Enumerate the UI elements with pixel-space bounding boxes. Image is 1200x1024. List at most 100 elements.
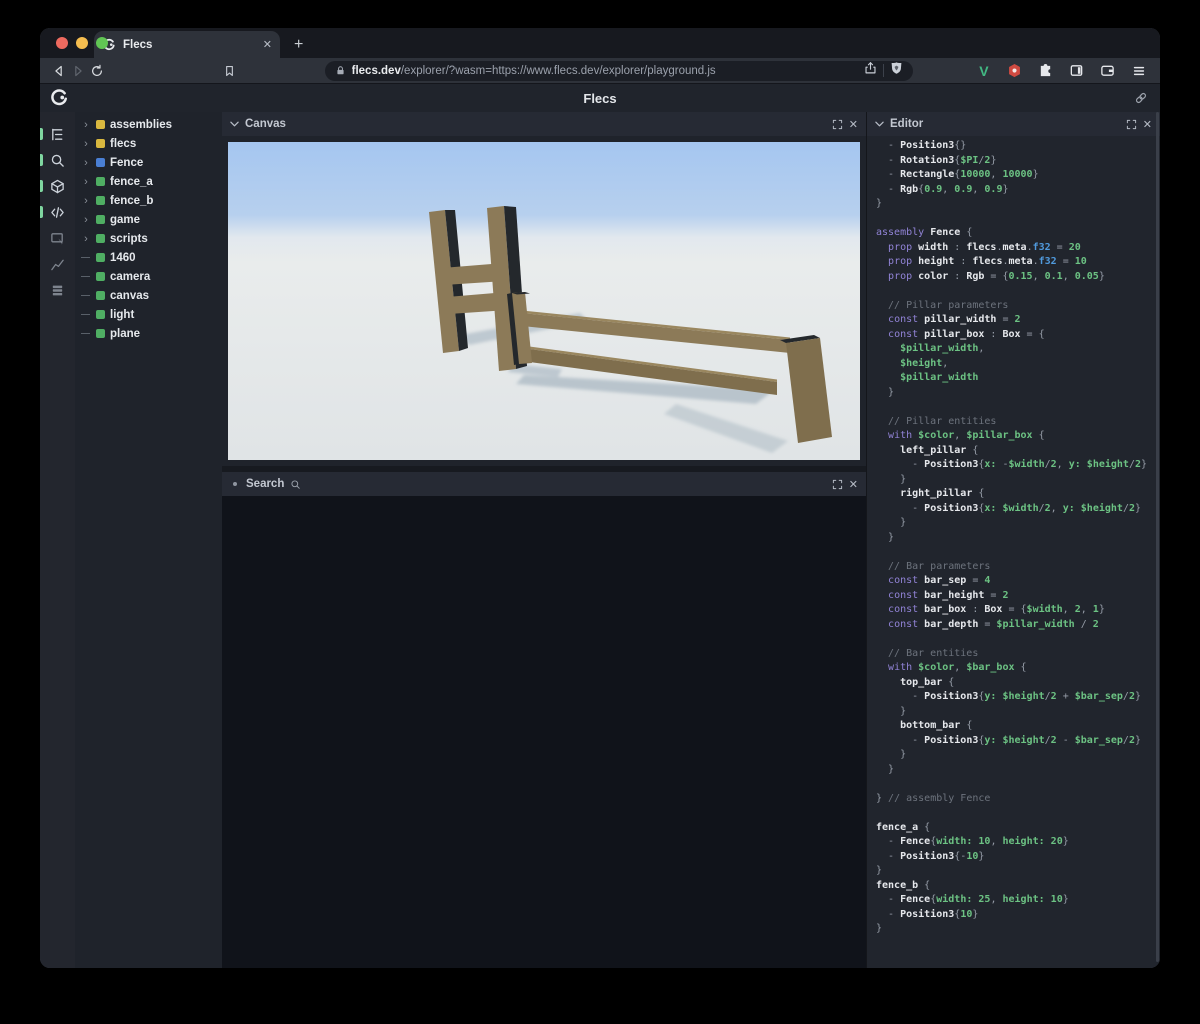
leaf-dash-icon xyxy=(81,333,91,334)
close-icon[interactable]: ✕ xyxy=(849,118,858,131)
code-line: - Position3{y: $height/2 - $bar_sep/2} xyxy=(876,734,1142,746)
search-icon xyxy=(291,479,301,489)
back-button[interactable] xyxy=(50,64,69,78)
tree-item-camera[interactable]: camera xyxy=(75,267,222,286)
extension-hex-icon[interactable] xyxy=(1004,63,1026,78)
entity-icon xyxy=(96,253,105,262)
leaf-dash-icon xyxy=(81,295,91,296)
code-editor[interactable]: - Position3{} - Rotation3{$PI/2} - Recta… xyxy=(867,136,1160,968)
code-line: with $color, $pillar_box { xyxy=(888,430,1045,441)
entity-icon xyxy=(96,120,105,129)
lock-icon xyxy=(337,66,344,75)
code-line: bottom_bar { xyxy=(900,720,973,731)
sidebar-cube-icon[interactable] xyxy=(40,173,75,199)
menu-icon[interactable] xyxy=(1128,64,1150,78)
new-tab-button[interactable]: + xyxy=(294,36,303,54)
minimize-window-button[interactable] xyxy=(76,37,88,49)
tree-item-canvas[interactable]: canvas xyxy=(75,286,222,305)
sidebar-code-icon[interactable] xyxy=(40,199,75,225)
browser-toolbar: flecs.dev/explorer/?wasm=https://www.fle… xyxy=(40,58,1160,84)
brave-shield-icon[interactable] xyxy=(890,61,903,80)
code-line: const bar_sep = 4 xyxy=(888,575,991,586)
code-line: fence_a { xyxy=(876,821,931,833)
expand-icon[interactable]: › xyxy=(81,119,91,130)
code-line: } xyxy=(876,198,883,209)
expand-icon[interactable]: › xyxy=(81,195,91,206)
tree-item-fence_a[interactable]: › fence_a xyxy=(75,172,222,191)
fullscreen-icon[interactable] xyxy=(832,479,843,490)
collapse-dot-icon[interactable] xyxy=(233,482,237,486)
close-window-button[interactable] xyxy=(56,37,68,49)
tree-item-Fence[interactable]: › Fence xyxy=(75,153,222,172)
leaf-dash-icon xyxy=(81,257,91,258)
code-line: - Fence{width: 10, height: 20} xyxy=(876,836,1069,847)
tree-item-assemblies[interactable]: › assemblies xyxy=(75,115,222,134)
search-results-area[interactable] xyxy=(222,496,866,968)
entity-icon xyxy=(96,310,105,319)
reload-button[interactable] xyxy=(87,64,106,78)
url-bar[interactable]: flecs.dev/explorer/?wasm=https://www.fle… xyxy=(324,60,913,81)
browser-window: Flecs ✕ + flecs.dev/explorer/?wasm=https… xyxy=(40,28,1160,968)
tree-item-plane[interactable]: plane xyxy=(75,324,222,343)
expand-icon[interactable]: › xyxy=(81,233,91,244)
tree-item-1460[interactable]: 1460 xyxy=(75,248,222,267)
tree-item-flecs[interactable]: › flecs xyxy=(75,134,222,153)
canvas-panel-header: Canvas ✕ xyxy=(222,112,866,136)
link-icon[interactable] xyxy=(1134,91,1148,105)
forward-button[interactable] xyxy=(69,64,88,78)
fence-3d-scene xyxy=(228,142,860,460)
tree-item-label: assemblies xyxy=(110,118,173,131)
desktop: Flecs ✕ + flecs.dev/explorer/?wasm=https… xyxy=(0,0,1200,1024)
tree-item-scripts[interactable]: › scripts xyxy=(75,229,222,248)
tree-item-fence_b[interactable]: › fence_b xyxy=(75,191,222,210)
sidebar-inspector-icon[interactable] xyxy=(40,225,75,251)
tree-item-game[interactable]: › game xyxy=(75,210,222,229)
expand-icon[interactable]: › xyxy=(81,157,91,168)
code-line: - Position3{y: $height/2 + $bar_sep/2} xyxy=(876,691,1142,702)
expand-icon[interactable]: › xyxy=(81,176,91,187)
main-area: › assemblies › flecs › Fence › fence_a › fence_b ›… xyxy=(40,112,1160,968)
sidebar-chart-icon[interactable] xyxy=(40,251,75,277)
sidebar-rows-icon[interactable] xyxy=(40,277,75,303)
code-line: // Pillar parameters xyxy=(876,299,1009,311)
expand-icon[interactable]: › xyxy=(81,138,91,149)
code-line: $height, xyxy=(900,357,949,369)
tab-strip: Flecs ✕ + xyxy=(40,28,1160,58)
code-line: $pillar_width, xyxy=(900,343,985,354)
code-line: - Position3{x: -$width/2, y: $height/2} xyxy=(876,459,1148,470)
expand-icon[interactable]: › xyxy=(81,214,91,225)
fullscreen-icon[interactable] xyxy=(832,119,843,130)
zoom-window-button[interactable] xyxy=(96,37,108,49)
tree-item-label: plane xyxy=(110,327,141,340)
tree-item-label: Fence xyxy=(110,156,144,169)
code-line: } xyxy=(876,749,907,760)
entity-icon xyxy=(96,139,105,148)
close-icon[interactable]: ✕ xyxy=(849,478,858,491)
chevron-down-icon[interactable] xyxy=(875,121,884,127)
entity-icon xyxy=(96,177,105,186)
chevron-down-icon[interactable] xyxy=(230,121,239,127)
wallet-icon[interactable] xyxy=(1097,63,1119,78)
sidebar-panel-icon[interactable] xyxy=(1066,63,1088,78)
code-line: const bar_box : Box = {$width, 2, 1} xyxy=(888,604,1105,615)
tree-item-label: camera xyxy=(110,270,151,283)
entity-icon xyxy=(96,196,105,205)
entity-icon xyxy=(96,272,105,281)
extensions-puzzle-icon[interactable] xyxy=(1035,63,1057,78)
code-line: } xyxy=(876,763,895,775)
sidebar-search-icon[interactable] xyxy=(40,147,75,173)
tab-close-icon[interactable]: ✕ xyxy=(263,38,272,51)
sidebar-tree-icon[interactable] xyxy=(40,121,75,147)
vue-devtools-icon[interactable]: V xyxy=(973,63,995,79)
tree-item-light[interactable]: light xyxy=(75,305,222,324)
share-icon[interactable] xyxy=(864,61,877,80)
divider xyxy=(882,64,884,77)
close-icon[interactable]: ✕ xyxy=(1143,118,1152,131)
canvas-3d-viewport[interactable] xyxy=(222,136,866,466)
url-text: flecs.dev/explorer/?wasm=https://www.fle… xyxy=(352,65,858,77)
browser-tab[interactable]: Flecs ✕ xyxy=(94,31,280,58)
bookmark-icon[interactable] xyxy=(220,64,239,78)
fullscreen-icon[interactable] xyxy=(1126,119,1137,130)
